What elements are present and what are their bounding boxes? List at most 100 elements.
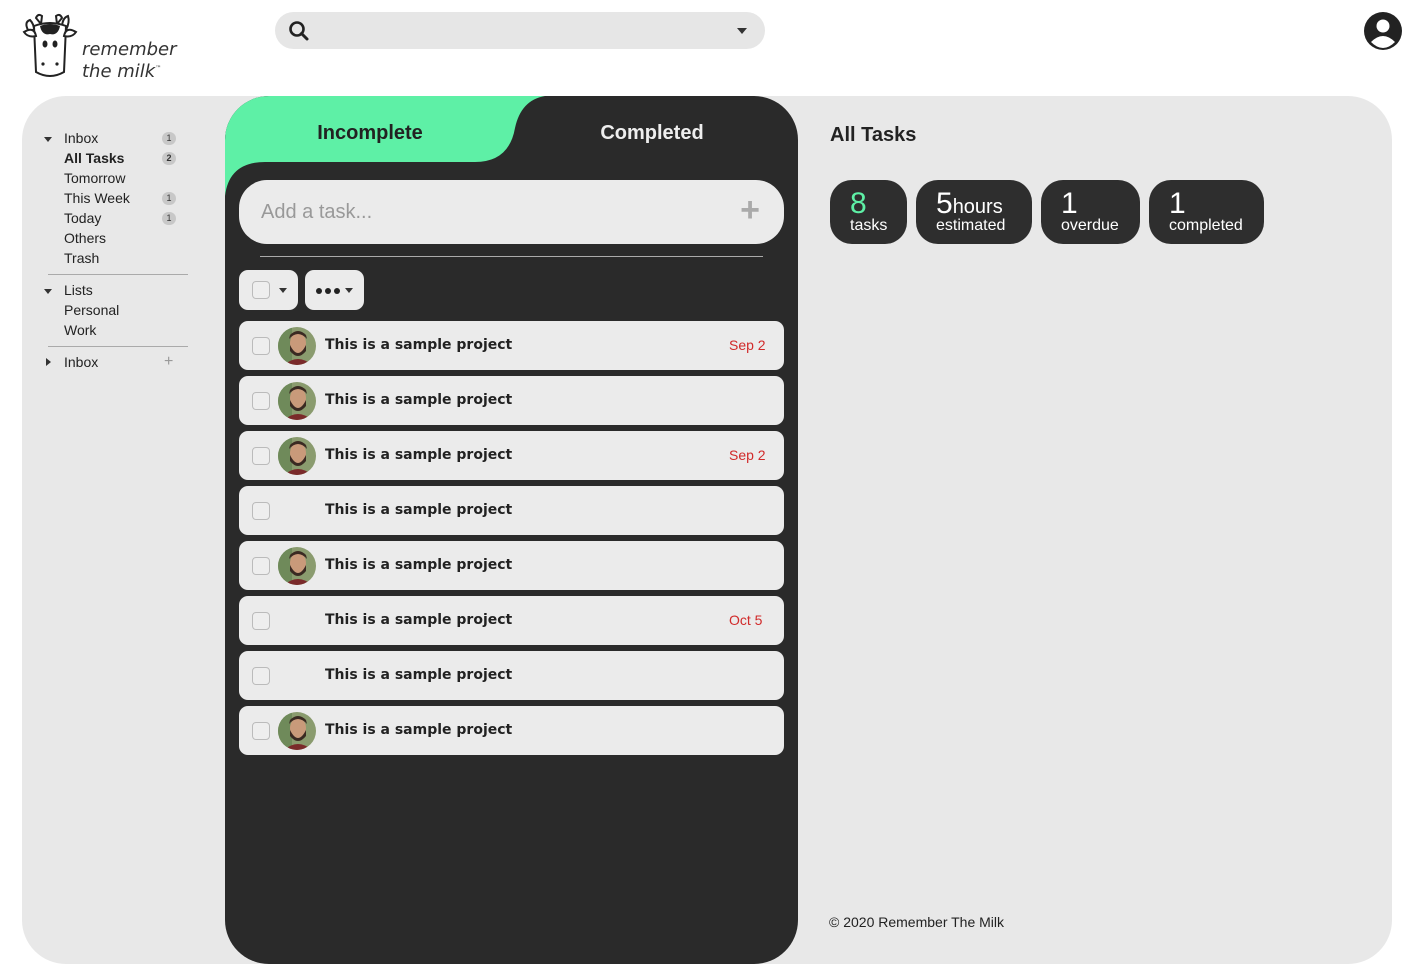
- sidebar-item-label: Inbox: [64, 130, 99, 146]
- brand-line2: the milk™: [82, 59, 177, 81]
- chevron-down-icon: [345, 288, 353, 293]
- collapse-caret-icon[interactable]: [44, 137, 52, 142]
- stat-number: 8: [850, 187, 867, 220]
- count-badge: 2: [162, 152, 176, 165]
- search-input[interactable]: [319, 20, 709, 42]
- account-avatar-icon[interactable]: [1363, 11, 1403, 51]
- sidebar-item-lists[interactable]: Lists: [40, 280, 190, 300]
- brand-line1: remember: [82, 39, 177, 60]
- divider: [260, 256, 763, 257]
- task-row[interactable]: This is a sample project: [239, 376, 784, 425]
- task-checkbox[interactable]: [252, 612, 270, 630]
- more-actions-dropdown[interactable]: [305, 270, 364, 310]
- sidebar-item-tomorrow[interactable]: Tomorrow: [40, 168, 190, 188]
- sidebar-item-work[interactable]: Work: [40, 320, 190, 340]
- select-all-dropdown[interactable]: [239, 270, 298, 310]
- stat-tasks: 8 tasks: [830, 180, 907, 244]
- sidebar: Inbox 1 All Tasks 2 Tomorrow This Week 1…: [40, 128, 190, 372]
- task-checkbox[interactable]: [252, 337, 270, 355]
- stat-overdue: 1 overdue: [1041, 180, 1140, 244]
- task-row[interactable]: This is a sample project Oct 5: [239, 596, 784, 645]
- sidebar-item-label: Tomorrow: [64, 170, 126, 186]
- assignee-avatar: [278, 712, 316, 750]
- task-due-date: Oct 5: [729, 612, 763, 628]
- assignee-avatar: [278, 382, 316, 420]
- task-row[interactable]: This is a sample project: [239, 486, 784, 535]
- stat-number: 1: [1061, 187, 1078, 220]
- add-task-plus-icon[interactable]: +: [740, 193, 760, 227]
- stat-label: overdue: [1061, 217, 1119, 234]
- app-logo[interactable]: remember the milk™: [22, 12, 182, 84]
- add-task-bar[interactable]: +: [239, 180, 784, 244]
- search-bar[interactable]: [275, 12, 765, 49]
- task-checkbox[interactable]: [252, 557, 270, 575]
- more-dots-icon: [316, 288, 340, 294]
- task-checkbox[interactable]: [252, 722, 270, 740]
- sidebar-item-this-week[interactable]: This Week 1: [40, 188, 190, 208]
- task-list-panel: Incomplete Completed + This is a sample …: [225, 96, 798, 964]
- sidebar-item-label: Trash: [64, 250, 100, 266]
- expand-caret-icon[interactable]: [46, 358, 51, 366]
- tab-completed[interactable]: Completed: [577, 122, 727, 145]
- sidebar-item-inbox[interactable]: Inbox 1: [40, 128, 190, 148]
- cow-icon: [22, 13, 78, 77]
- count-badge: 1: [162, 192, 176, 205]
- sidebar-item-label: Work: [64, 322, 97, 338]
- task-checkbox[interactable]: [252, 447, 270, 465]
- task-row[interactable]: This is a sample project Sep 2: [239, 431, 784, 480]
- sidebar-item-trash[interactable]: Trash: [40, 248, 190, 268]
- search-options-chevron-down-icon[interactable]: [737, 28, 747, 34]
- count-badge: 1: [162, 212, 176, 225]
- brand-line2-text: the milk: [82, 61, 156, 82]
- footer-copyright: © 2020 Remember The Milk: [829, 914, 1005, 930]
- add-plus-icon[interactable]: +: [164, 352, 173, 372]
- task-title: This is a sample project: [325, 392, 513, 408]
- sidebar-item-inbox-collapsed[interactable]: Inbox +: [40, 352, 190, 372]
- task-title: This is a sample project: [325, 612, 513, 628]
- task-title: This is a sample project: [325, 667, 513, 683]
- stat-number: 1: [1169, 187, 1186, 220]
- collapse-caret-icon[interactable]: [44, 289, 52, 294]
- search-icon[interactable]: [288, 20, 310, 42]
- select-all-checkbox[interactable]: [252, 281, 270, 299]
- task-checkbox[interactable]: [252, 502, 270, 520]
- task-row[interactable]: This is a sample project Sep 2: [239, 321, 784, 370]
- brand-wordmark: remember the milk™: [82, 40, 177, 81]
- stat-label: completed: [1169, 217, 1243, 234]
- stat-hours-estimated: 5hours estimated: [916, 180, 1032, 244]
- task-title: This is a sample project: [325, 502, 513, 518]
- task-row[interactable]: This is a sample project: [239, 651, 784, 700]
- task-checkbox[interactable]: [252, 667, 270, 685]
- stat-unit: hours: [952, 196, 1003, 218]
- assignee-avatar: [278, 547, 316, 585]
- task-checkbox[interactable]: [252, 392, 270, 410]
- task-due-date: Sep 2: [729, 447, 766, 463]
- task-title: This is a sample project: [325, 447, 513, 463]
- stat-label: estimated: [936, 217, 1006, 234]
- task-row[interactable]: This is a sample project: [239, 706, 784, 755]
- stat-completed: 1 completed: [1149, 180, 1264, 244]
- divider: [48, 274, 188, 275]
- tab-incomplete[interactable]: Incomplete: [295, 122, 445, 145]
- sidebar-item-others[interactable]: Others: [40, 228, 190, 248]
- sidebar-item-label: Inbox: [64, 354, 99, 370]
- sidebar-item-today[interactable]: Today 1: [40, 208, 190, 228]
- add-task-input[interactable]: [261, 198, 701, 226]
- sidebar-item-label: Lists: [64, 282, 93, 298]
- page-title: All Tasks: [830, 124, 917, 146]
- sidebar-item-personal[interactable]: Personal: [40, 300, 190, 320]
- sidebar-item-label: Personal: [64, 302, 120, 318]
- sidebar-item-all-tasks[interactable]: All Tasks 2: [40, 148, 190, 168]
- trademark: ™: [155, 65, 162, 72]
- divider: [48, 346, 188, 347]
- sidebar-item-label: Today: [64, 210, 102, 226]
- count-badge: 1: [162, 132, 176, 145]
- assignee-avatar: [278, 327, 316, 365]
- task-title: This is a sample project: [325, 557, 513, 573]
- sidebar-item-label: All Tasks: [64, 150, 125, 166]
- task-title: This is a sample project: [325, 337, 513, 353]
- task-row[interactable]: This is a sample project: [239, 541, 784, 590]
- chevron-down-icon: [279, 288, 287, 293]
- stat-value: 5: [936, 187, 953, 220]
- assignee-avatar: [278, 437, 316, 475]
